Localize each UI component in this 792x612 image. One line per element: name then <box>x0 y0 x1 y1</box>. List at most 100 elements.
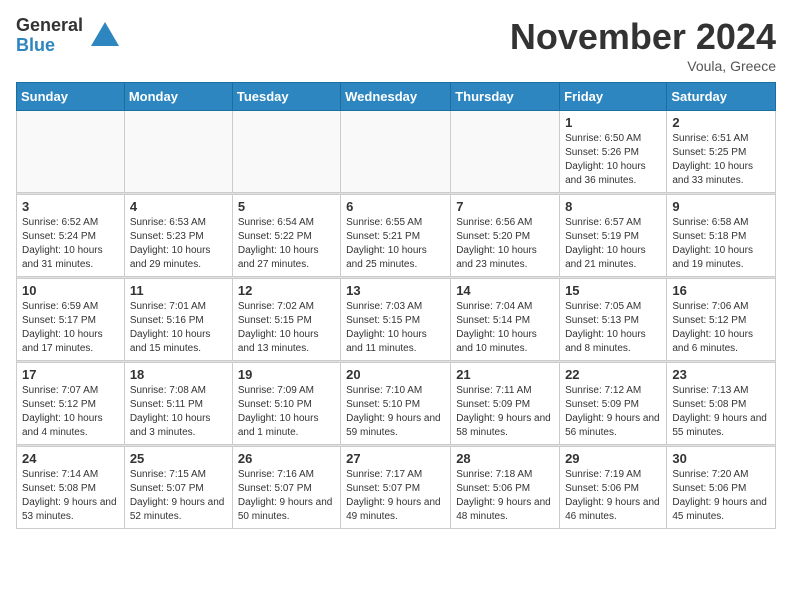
day-number: 5 <box>238 199 335 214</box>
day-info: Sunrise: 6:57 AMSunset: 5:19 PMDaylight:… <box>565 216 661 272</box>
day-number: 2 <box>672 115 770 130</box>
day-info: Sunrise: 7:05 AMSunset: 5:13 PMDaylight:… <box>565 300 661 356</box>
day-info: Sunrise: 7:16 AMSunset: 5:07 PMDaylight:… <box>238 468 335 524</box>
day-cell: 1 Sunrise: 6:50 AMSunset: 5:26 PMDaylight… <box>560 111 667 193</box>
day-number: 10 <box>22 283 119 298</box>
day-cell: 29 Sunrise: 7:19 AMSunset: 5:06 PMDayligh… <box>560 447 667 529</box>
day-cell: 6Sunrise: 6:55 AMSunset: 5:21 PMDaylight… <box>341 195 451 277</box>
day-number: 28 <box>456 451 554 466</box>
day-number: 3 <box>22 199 119 214</box>
column-header-monday: Monday <box>124 83 232 111</box>
day-number: 15 <box>565 283 661 298</box>
week-row-5: 24 Sunrise: 7:14 AMSunset: 5:08 PMDayligh… <box>17 447 776 529</box>
day-cell <box>232 111 340 193</box>
week-row-1: 1 Sunrise: 6:50 AMSunset: 5:26 PMDaylight… <box>17 111 776 193</box>
calendar-header-row: SundayMondayTuesdayWednesdayThursdayFrid… <box>17 83 776 111</box>
day-info: Sunrise: 7:04 AMSunset: 5:14 PMDaylight:… <box>456 300 554 356</box>
day-number: 12 <box>238 283 335 298</box>
day-number: 18 <box>130 367 227 382</box>
day-cell: 8 Sunrise: 6:57 AMSunset: 5:19 PMDaylight… <box>560 195 667 277</box>
day-info: Sunrise: 7:12 AMSunset: 5:09 PMDaylight:… <box>565 384 661 440</box>
month-title: November 2024 <box>510 16 776 58</box>
day-info: Sunrise: 6:50 AMSunset: 5:26 PMDaylight:… <box>565 132 661 188</box>
day-number: 19 <box>238 367 335 382</box>
week-row-2: 3 Sunrise: 6:52 AMSunset: 5:24 PMDaylight… <box>17 195 776 277</box>
day-number: 7 <box>456 199 554 214</box>
day-cell: 21 Sunrise: 7:11 AMSunset: 5:09 PMDayligh… <box>451 363 560 445</box>
day-number: 11 <box>130 283 227 298</box>
day-cell: 12Sunrise: 7:02 AMSunset: 5:15 PMDayligh… <box>232 279 340 361</box>
day-info: Sunrise: 6:52 AMSunset: 5:24 PMDaylight:… <box>22 216 119 272</box>
day-info: Sunrise: 6:51 AMSunset: 5:25 PMDaylight:… <box>672 132 770 188</box>
day-cell: 26 Sunrise: 7:16 AMSunset: 5:07 PMDayligh… <box>232 447 340 529</box>
day-cell: 9 Sunrise: 6:58 AMSunset: 5:18 PMDaylight… <box>667 195 776 277</box>
day-info: Sunrise: 7:19 AMSunset: 5:06 PMDaylight:… <box>565 468 661 524</box>
day-cell: 24 Sunrise: 7:14 AMSunset: 5:08 PMDayligh… <box>17 447 125 529</box>
day-cell: 16Sunrise: 7:06 AMSunset: 5:12 PMDayligh… <box>667 279 776 361</box>
day-cell: 5 Sunrise: 6:54 AMSunset: 5:22 PMDaylight… <box>232 195 340 277</box>
logo-general-text: General <box>16 16 83 36</box>
day-number: 27 <box>346 451 445 466</box>
day-number: 30 <box>672 451 770 466</box>
column-header-sunday: Sunday <box>17 83 125 111</box>
logo: General Blue <box>16 16 123 56</box>
logo-icon <box>87 18 123 54</box>
column-header-thursday: Thursday <box>451 83 560 111</box>
day-info: Sunrise: 7:20 AMSunset: 5:06 PMDaylight:… <box>672 468 770 524</box>
day-info: Sunrise: 6:59 AMSunset: 5:17 PMDaylight:… <box>22 300 119 356</box>
day-cell <box>17 111 125 193</box>
day-cell: 20 Sunrise: 7:10 AMSunset: 5:10 PMDayligh… <box>341 363 451 445</box>
day-number: 14 <box>456 283 554 298</box>
day-number: 6 <box>346 199 445 214</box>
day-number: 29 <box>565 451 661 466</box>
day-cell: 27 Sunrise: 7:17 AMSunset: 5:07 PMDayligh… <box>341 447 451 529</box>
page-header: General Blue November 2024 Voula, Greece <box>16 16 776 74</box>
day-number: 1 <box>565 115 661 130</box>
day-info: Sunrise: 7:06 AMSunset: 5:12 PMDaylight:… <box>672 300 770 356</box>
day-cell: 22Sunrise: 7:12 AMSunset: 5:09 PMDayligh… <box>560 363 667 445</box>
day-cell <box>124 111 232 193</box>
column-header-friday: Friday <box>560 83 667 111</box>
day-info: Sunrise: 6:56 AMSunset: 5:20 PMDaylight:… <box>456 216 554 272</box>
calendar-table: SundayMondayTuesdayWednesdayThursdayFrid… <box>16 82 776 529</box>
day-info: Sunrise: 6:54 AMSunset: 5:22 PMDaylight:… <box>238 216 335 272</box>
day-number: 8 <box>565 199 661 214</box>
logo-blue-text: Blue <box>16 36 83 56</box>
day-info: Sunrise: 7:01 AMSunset: 5:16 PMDaylight:… <box>130 300 227 356</box>
day-number: 23 <box>672 367 770 382</box>
day-cell: 11 Sunrise: 7:01 AMSunset: 5:16 PMDayligh… <box>124 279 232 361</box>
day-number: 25 <box>130 451 227 466</box>
day-info: Sunrise: 7:15 AMSunset: 5:07 PMDaylight:… <box>130 468 227 524</box>
day-number: 13 <box>346 283 445 298</box>
day-cell: 18Sunrise: 7:08 AMSunset: 5:11 PMDayligh… <box>124 363 232 445</box>
week-row-3: 10 Sunrise: 6:59 AMSunset: 5:17 PMDayligh… <box>17 279 776 361</box>
day-info: Sunrise: 7:07 AMSunset: 5:12 PMDaylight:… <box>22 384 119 440</box>
day-cell: 23 Sunrise: 7:13 AMSunset: 5:08 PMDayligh… <box>667 363 776 445</box>
day-info: Sunrise: 6:58 AMSunset: 5:18 PMDaylight:… <box>672 216 770 272</box>
day-cell: 2 Sunrise: 6:51 AMSunset: 5:25 PMDaylight… <box>667 111 776 193</box>
column-header-tuesday: Tuesday <box>232 83 340 111</box>
day-cell: 19Sunrise: 7:09 AMSunset: 5:10 PMDayligh… <box>232 363 340 445</box>
column-header-saturday: Saturday <box>667 83 776 111</box>
title-section: November 2024 Voula, Greece <box>510 16 776 74</box>
day-info: Sunrise: 7:18 AMSunset: 5:06 PMDaylight:… <box>456 468 554 524</box>
day-number: 17 <box>22 367 119 382</box>
day-info: Sunrise: 7:13 AMSunset: 5:08 PMDaylight:… <box>672 384 770 440</box>
day-cell <box>341 111 451 193</box>
day-cell: 3 Sunrise: 6:52 AMSunset: 5:24 PMDaylight… <box>17 195 125 277</box>
day-cell: 13Sunrise: 7:03 AMSunset: 5:15 PMDayligh… <box>341 279 451 361</box>
day-number: 21 <box>456 367 554 382</box>
day-number: 20 <box>346 367 445 382</box>
location: Voula, Greece <box>510 58 776 74</box>
day-number: 24 <box>22 451 119 466</box>
day-info: Sunrise: 7:14 AMSunset: 5:08 PMDaylight:… <box>22 468 119 524</box>
day-info: Sunrise: 7:10 AMSunset: 5:10 PMDaylight:… <box>346 384 445 440</box>
day-cell: 25 Sunrise: 7:15 AMSunset: 5:07 PMDayligh… <box>124 447 232 529</box>
day-cell: 28 Sunrise: 7:18 AMSunset: 5:06 PMDayligh… <box>451 447 560 529</box>
day-info: Sunrise: 7:11 AMSunset: 5:09 PMDaylight:… <box>456 384 554 440</box>
day-number: 26 <box>238 451 335 466</box>
day-info: Sunrise: 6:53 AMSunset: 5:23 PMDaylight:… <box>130 216 227 272</box>
day-number: 9 <box>672 199 770 214</box>
day-info: Sunrise: 7:17 AMSunset: 5:07 PMDaylight:… <box>346 468 445 524</box>
day-cell: 15 Sunrise: 7:05 AMSunset: 5:13 PMDayligh… <box>560 279 667 361</box>
